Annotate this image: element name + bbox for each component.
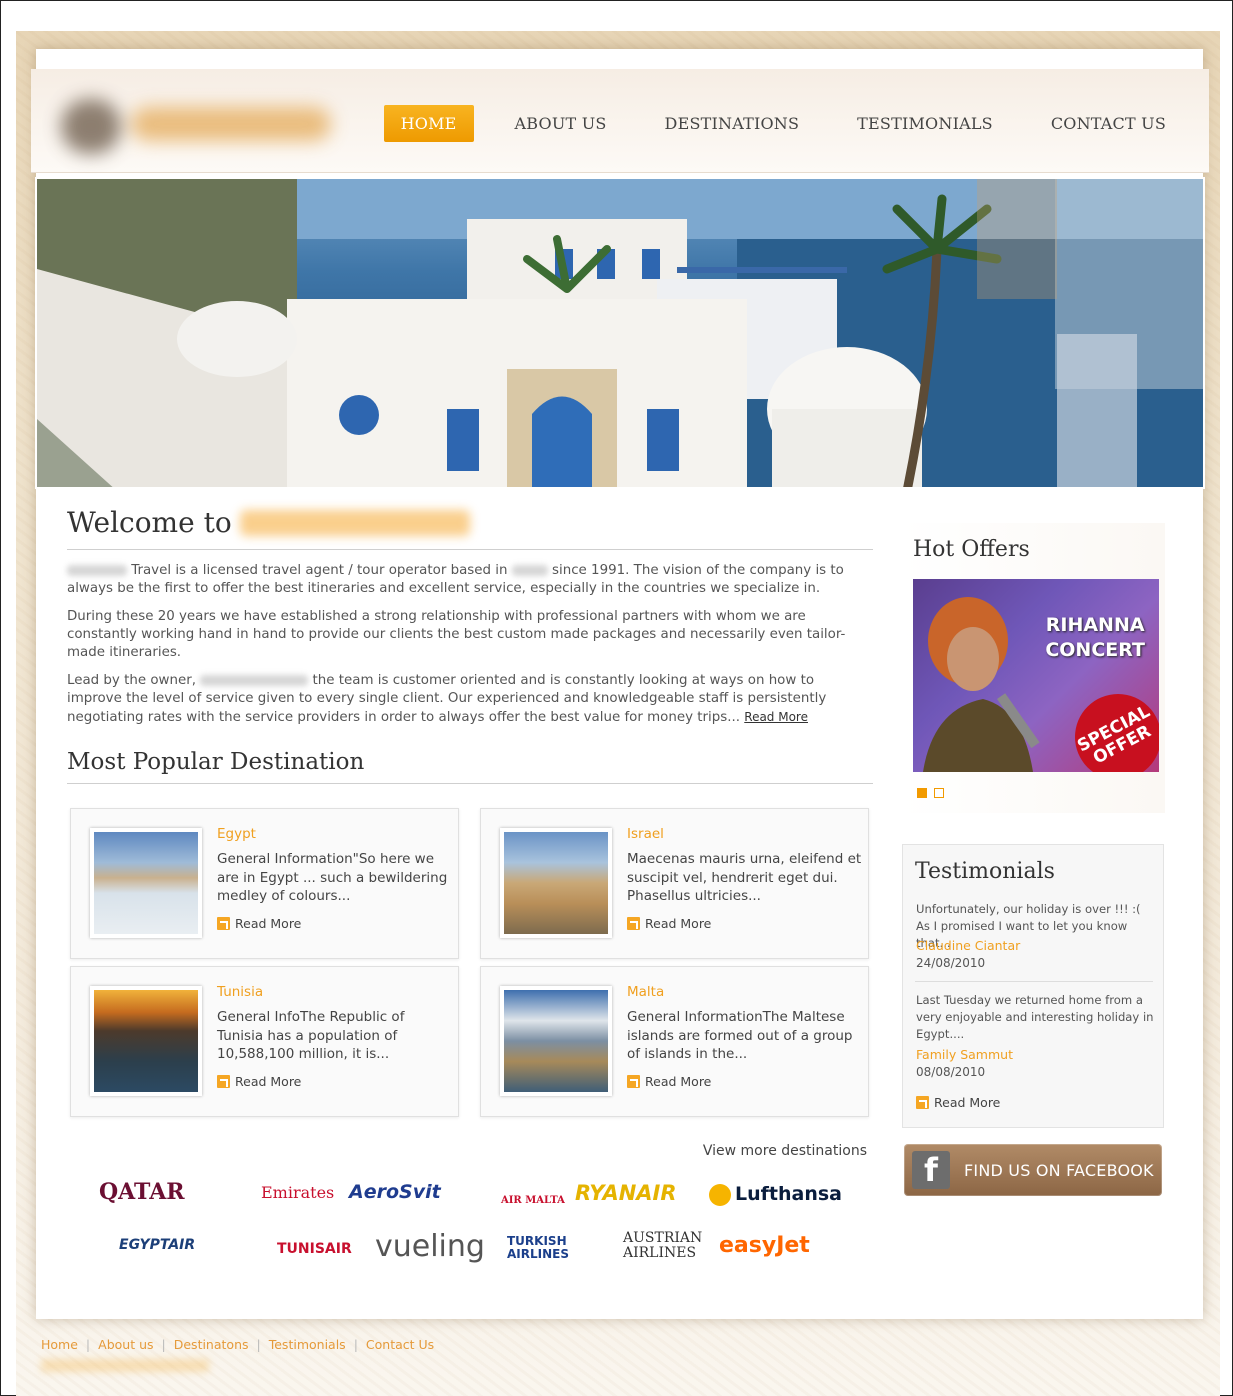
testimonial-author[interactable]: Claudine Ciantar (916, 938, 1020, 953)
qatar-logo: QATAR (99, 1179, 185, 1205)
destination-card-egypt[interactable]: Egypt General Information"So here we are… (70, 808, 459, 959)
copyright-redacted (41, 1359, 209, 1372)
emirates-logo: Emirates (261, 1183, 335, 1202)
testimonial-date: 08/08/2010 (916, 1065, 986, 1079)
facebook-label: FIND US ON FACEBOOK (964, 1160, 1154, 1180)
testimonials-heading: Testimonials (915, 859, 1055, 884)
welcome-read-more-link[interactable]: Read More (744, 710, 808, 724)
nav-contact-us[interactable]: CONTACT US (1034, 105, 1183, 142)
arrow-icon (217, 917, 230, 930)
austrian-airlines-logo: AUSTRIAN AIRLINES (623, 1230, 703, 1261)
arrow-icon (627, 1075, 640, 1088)
aerosvit-logo: AeroSvit (349, 1181, 441, 1203)
site-logo[interactable] (51, 79, 341, 169)
intro-paragraph-3: Lead by the owner, the team is customer … (67, 673, 827, 725)
testimonial-quote: Last Tuesday we returned home from a ver… (916, 993, 1154, 1041)
testimonial-author[interactable]: Family Sammut (916, 1047, 1013, 1062)
airmalta-logo: AIR MALTA (501, 1195, 565, 1206)
redacted-text (67, 564, 127, 576)
footer-link-testimonials[interactable]: Testimonials (269, 1337, 346, 1352)
turkish-airlines-logo: TURKISH AIRLINES (507, 1234, 569, 1261)
egypt-description: General Information"So here we are in Eg… (217, 851, 448, 904)
intro-paragraph-1: Travel is a licensed travel agent / tour… (67, 563, 844, 596)
view-more-destinations-link[interactable]: View more destinations (703, 1143, 867, 1159)
arrow-icon (627, 917, 640, 930)
nav-testimonials[interactable]: TESTIMONIALS (840, 105, 1010, 142)
tunisair-logo: TUNISAIR (277, 1241, 352, 1257)
main-nav: HOME ABOUT US DESTINATIONS TESTIMONIALS … (383, 105, 1183, 142)
slide-dot-2[interactable] (934, 788, 944, 798)
lufthansa-logo: Lufthansa (709, 1183, 842, 1206)
offer-title: RIHANNA CONCERT (1045, 614, 1145, 661)
footer-links: Home | About us | Destinatons | Testimonial… (41, 1337, 435, 1352)
arrow-icon (916, 1096, 929, 1109)
slide-dot-1[interactable] (917, 788, 927, 798)
footer-link-destinations[interactable]: Destinatons (174, 1337, 249, 1352)
malta-title[interactable]: Malta (627, 984, 664, 1000)
testimonial-date: 24/08/2010 (916, 956, 986, 970)
lufthansa-crane-icon (709, 1183, 731, 1206)
facebook-button[interactable]: f FIND US ON FACEBOOK (904, 1144, 1162, 1196)
tunisia-description: General InfoThe Republic of Tunisia has … (217, 1009, 405, 1062)
footer-link-about[interactable]: About us (98, 1337, 153, 1352)
nav-home[interactable]: HOME (383, 105, 474, 142)
welcome-intro: Travel is a licensed travel agent / tour… (67, 562, 873, 727)
divider (915, 981, 1153, 982)
hot-offers-panel: Hot Offers RIHANNA CONCERT SPECIAL OFFER (901, 523, 1165, 813)
testimonials-read-more[interactable]: Read More (916, 1095, 1000, 1110)
destination-card-israel[interactable]: Israel Maecenas mauris urna, eleifend et… (480, 808, 869, 959)
nav-destinations[interactable]: DESTINATIONS (648, 105, 817, 142)
israel-title[interactable]: Israel (627, 826, 664, 842)
egyptair-logo: EGYPTAIR (119, 1237, 196, 1253)
malta-thumbnail[interactable] (500, 986, 612, 1096)
company-name-redacted (239, 509, 470, 536)
tunisia-read-more[interactable]: Read More (217, 1074, 301, 1089)
ryanair-logo: RYANAIR (575, 1181, 677, 1205)
footer-link-home[interactable]: Home (41, 1337, 78, 1352)
malta-description: General InformationThe Maltese islands a… (627, 1009, 853, 1062)
footer-link-contact[interactable]: Contact Us (366, 1337, 434, 1352)
arrow-icon (217, 1075, 230, 1088)
intro-paragraph-2: During these 20 years we have establishe… (67, 609, 846, 660)
site-header: HOME ABOUT US DESTINATIONS TESTIMONIALS … (31, 69, 1209, 173)
hero-banner-image (35, 177, 1205, 489)
destination-card-malta[interactable]: Malta General InformationThe Maltese isl… (480, 966, 869, 1117)
redacted-text (511, 564, 548, 576)
welcome-heading: Welcome to (67, 506, 873, 550)
egypt-title[interactable]: Egypt (217, 826, 256, 842)
testimonials-panel: Testimonials Unfortunately, our holiday … (902, 844, 1164, 1128)
easyjet-logo: easyJet (719, 1233, 810, 1258)
vueling-logo: vueling (375, 1229, 485, 1264)
nav-about-us[interactable]: ABOUT US (498, 105, 624, 142)
facebook-icon: f (912, 1151, 950, 1189)
israel-thumbnail[interactable] (500, 828, 612, 938)
hero-scene (37, 179, 1203, 487)
israel-description: Maecenas mauris urna, eleifend et suscip… (627, 851, 862, 904)
israel-read-more[interactable]: Read More (627, 916, 711, 931)
popular-heading: Most Popular Destination (67, 749, 873, 784)
main-content: Welcome to Travel is a licensed travel a… (67, 506, 873, 784)
tunisia-title[interactable]: Tunisia (217, 984, 263, 1000)
slider-pagination (917, 788, 944, 798)
redacted-text (200, 674, 309, 686)
malta-read-more[interactable]: Read More (627, 1074, 711, 1089)
hot-offers-heading: Hot Offers (913, 537, 1030, 562)
egypt-thumbnail[interactable] (90, 828, 202, 938)
hot-offer-banner[interactable]: RIHANNA CONCERT SPECIAL OFFER (913, 579, 1159, 772)
egypt-read-more[interactable]: Read More (217, 916, 301, 931)
tunisia-thumbnail[interactable] (90, 986, 202, 1096)
destination-card-tunisia[interactable]: Tunisia General InfoThe Republic of Tuni… (70, 966, 459, 1117)
